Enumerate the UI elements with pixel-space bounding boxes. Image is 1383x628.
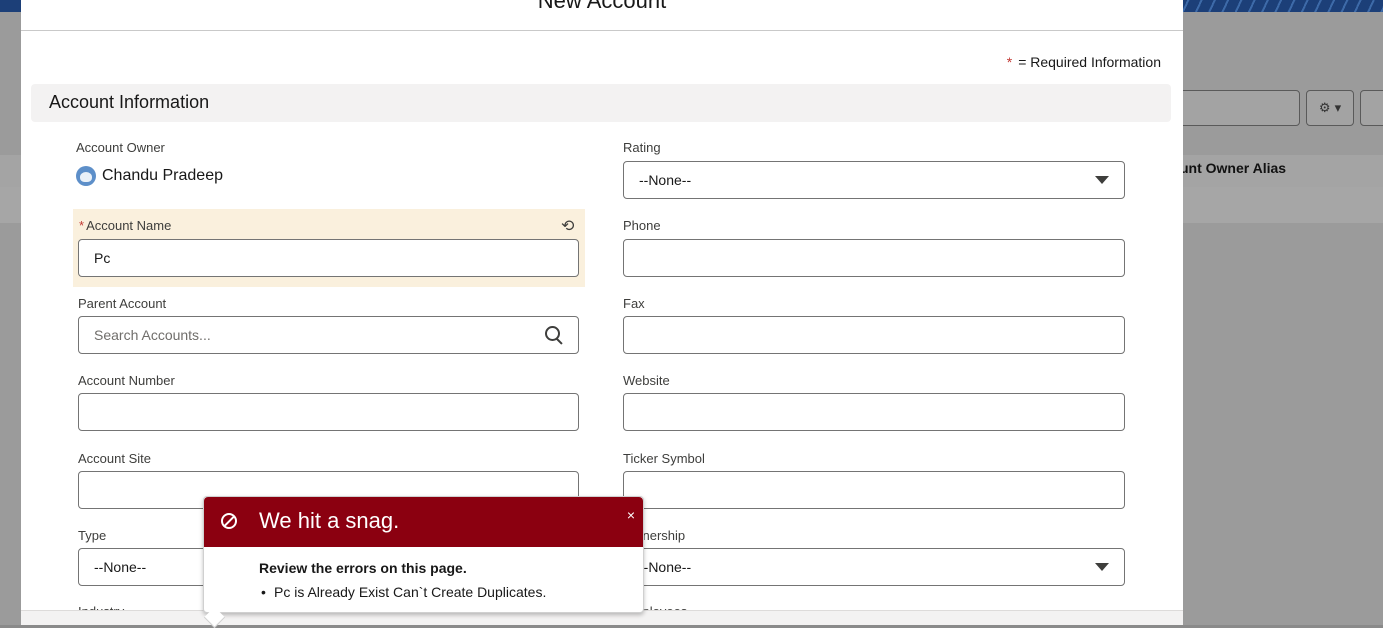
error-item: Pc is Already Exist Can`t Create Duplica… (261, 584, 546, 600)
error-body-title: Review the errors on this page. (259, 560, 467, 576)
undo-icon[interactable]: ⟲ (561, 216, 574, 236)
error-title: We hit a snag. (259, 508, 400, 533)
required-star: * (1006, 54, 1013, 70)
website-label: Website (623, 373, 670, 388)
avatar (76, 166, 96, 186)
fax-label: Fax (623, 296, 645, 311)
account-site-label: Account Site (78, 451, 151, 466)
dropdown-caret-icon (1095, 176, 1109, 184)
header-pattern (1163, 0, 1383, 12)
list-settings-button[interactable]: ⚙ ▾ (1306, 90, 1354, 126)
required-information-note: * = Required Information (1007, 54, 1161, 70)
parent-account-search-input[interactable]: Search Accounts... (78, 316, 579, 354)
phone-input[interactable] (623, 239, 1125, 277)
phone-label: Phone (623, 218, 661, 233)
parent-account-placeholder: Search Accounts... (94, 327, 211, 343)
website-input[interactable] (623, 393, 1125, 431)
account-number-input[interactable] (78, 393, 579, 431)
account-name-input[interactable]: Pc (78, 239, 579, 277)
modal-header: New Account (21, 0, 1183, 31)
error-popover: We hit a snag. × Review the errors on th… (203, 496, 644, 613)
type-label: Type (78, 528, 107, 543)
list-action-button[interactable] (1360, 90, 1383, 126)
section-title: Account Information (49, 92, 210, 112)
rating-value: --None-- (639, 172, 692, 188)
dropdown-caret-icon (1095, 563, 1109, 571)
close-icon[interactable]: × (627, 507, 635, 523)
type-value: --None-- (94, 559, 147, 575)
account-owner-name: Chandu Pradeep (102, 167, 223, 184)
search-icon[interactable] (545, 326, 563, 344)
required-text: = Required Information (1018, 54, 1161, 70)
section-account-information[interactable]: Account Information (31, 84, 1171, 122)
error-icon (221, 513, 237, 529)
required-star: * (79, 218, 85, 233)
account-number-label: Account Number (78, 373, 175, 388)
ownership-select[interactable]: --None-- (623, 548, 1125, 586)
ticker-symbol-label: Ticker Symbol (623, 451, 705, 466)
modal-title: New Account (537, 0, 667, 13)
ticker-symbol-input[interactable] (623, 471, 1125, 509)
list-search-input[interactable] (1175, 90, 1300, 126)
error-popover-header: We hit a snag. × (204, 497, 643, 547)
account-owner-label: Account Owner (76, 140, 165, 155)
account-owner[interactable]: Chandu Pradeep (76, 166, 223, 186)
column-header-owner-alias[interactable]: unt Owner Alias (1180, 160, 1286, 176)
fax-input[interactable] (623, 316, 1125, 354)
ownership-value: --None-- (639, 559, 692, 575)
account-name-label-text: Account Name (86, 218, 172, 233)
rating-label: Rating (623, 140, 661, 155)
chevron-down-icon: ▾ (1334, 100, 1342, 115)
rating-select[interactable]: --None-- (623, 161, 1125, 199)
gear-icon: ⚙ (1318, 100, 1331, 115)
parent-account-label: Parent Account (78, 296, 167, 311)
account-name-label: * Account Name (79, 218, 171, 233)
